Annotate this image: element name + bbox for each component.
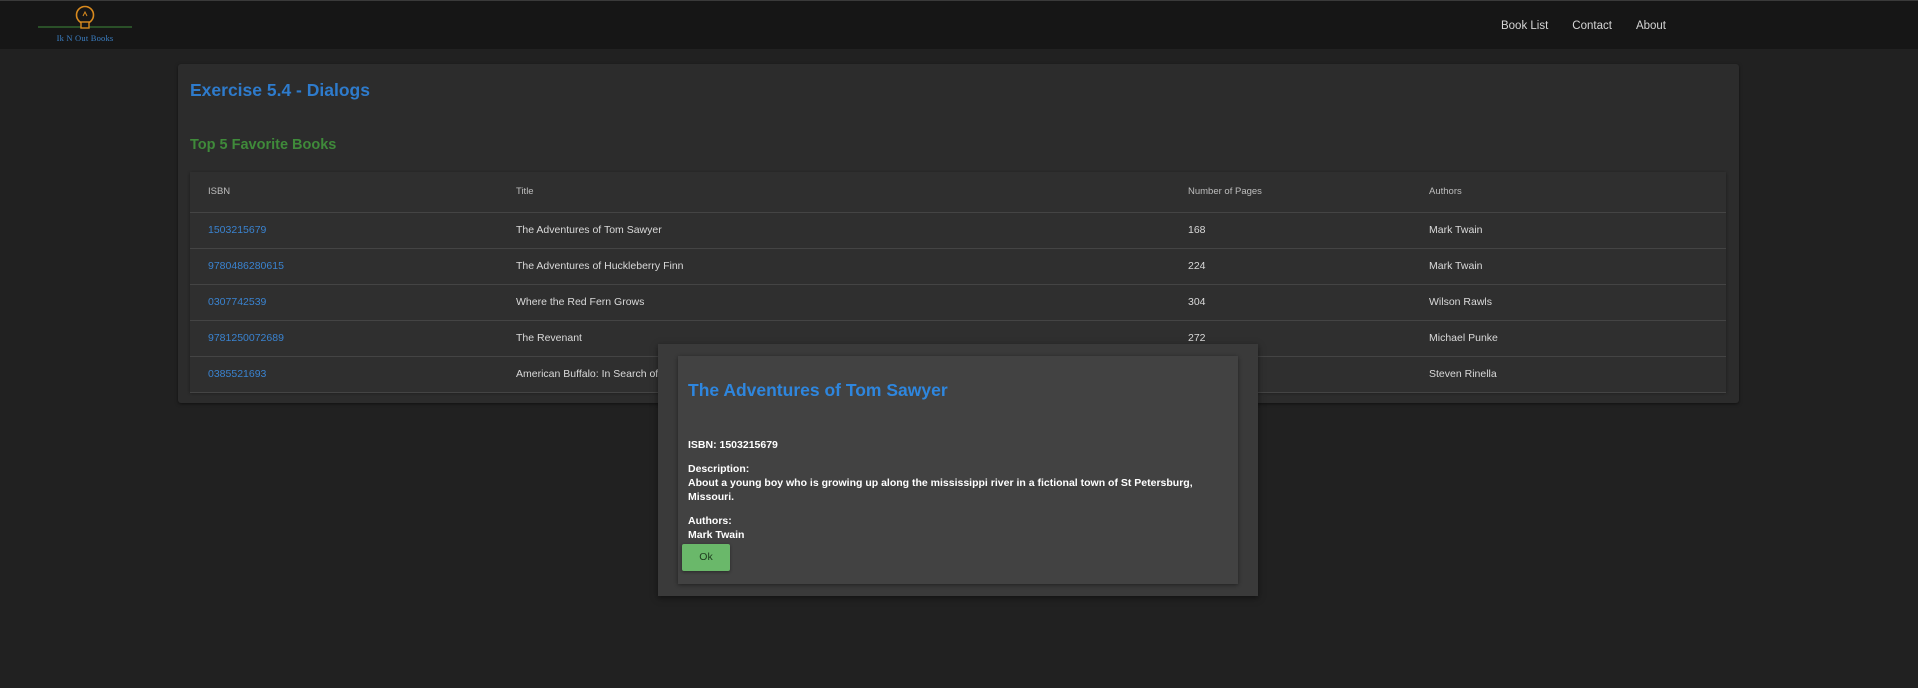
logo-text: Ik N Out Books <box>56 33 114 43</box>
authors-label: Authors: <box>688 515 732 527</box>
ok-button[interactable]: Ok <box>682 544 730 571</box>
authors-cell: Mark Twain <box>1411 212 1726 249</box>
table-header-row: ISBN Title Number of Pages Authors <box>190 172 1726 213</box>
top-navbar: Ik N Out Books Book List Contact About <box>0 0 1918 49</box>
authors-cell: Mark Twain <box>1411 248 1726 285</box>
dialog-title: The Adventures of Tom Sawyer <box>688 380 948 400</box>
book-title-cell: The Adventures of Huckleberry Finn <box>498 248 1170 285</box>
isbn-link[interactable]: 0385521693 <box>190 356 498 393</box>
book-details-dialog: The Adventures of Tom Sawyer ISBN: 15032… <box>678 356 1238 584</box>
dialog-content: ISBN: 1503215679 Description: About a yo… <box>688 438 1228 552</box>
description-label: Description: <box>688 463 750 475</box>
isbn-link[interactable]: 9781250072689 <box>190 320 498 357</box>
book-title-cell: The Adventures of Tom Sawyer <box>498 212 1170 249</box>
section-title: Top 5 Favorite Books <box>190 137 337 153</box>
pages-cell: 168 <box>1170 212 1411 249</box>
dialog-authors-block: Authors: Mark Twain <box>688 514 1228 542</box>
authors-text: Mark Twain <box>688 529 745 541</box>
authors-cell: Wilson Rawls <box>1411 284 1726 321</box>
table-row: 1503215679 The Adventures of Tom Sawyer … <box>190 212 1726 249</box>
pages-cell: 224 <box>1170 248 1411 285</box>
page-title: Exercise 5.4 - Dialogs <box>190 80 370 100</box>
column-header-pages[interactable]: Number of Pages <box>1170 172 1411 213</box>
nav-about[interactable]: About <box>1636 20 1666 32</box>
isbn-link[interactable]: 9780486280615 <box>190 248 498 285</box>
column-header-title[interactable]: Title <box>498 172 1170 213</box>
dialog-isbn: ISBN: 1503215679 <box>688 439 778 451</box>
nav-book-list[interactable]: Book List <box>1501 20 1548 32</box>
main-nav: Book List Contact About <box>1501 20 1666 32</box>
table-row: 0307742539 Where the Red Fern Grows 304 … <box>190 284 1726 321</box>
column-header-isbn[interactable]: ISBN <box>190 172 498 213</box>
description-text: About a young boy who is growing up alon… <box>688 477 1193 503</box>
isbn-link[interactable]: 0307742539 <box>190 284 498 321</box>
pages-cell: 304 <box>1170 284 1411 321</box>
dialog-description-block: Description: About a young boy who is gr… <box>688 462 1228 504</box>
isbn-link[interactable]: 1503215679 <box>190 212 498 249</box>
lightbulb-icon <box>38 5 132 29</box>
book-title-cell: Where the Red Fern Grows <box>498 284 1170 321</box>
dialog-overlay: The Adventures of Tom Sawyer ISBN: 15032… <box>658 344 1258 596</box>
nav-contact[interactable]: Contact <box>1572 20 1612 32</box>
column-header-authors[interactable]: Authors <box>1411 172 1726 213</box>
authors-cell: Michael Punke <box>1411 320 1726 357</box>
site-logo[interactable]: Ik N Out Books <box>38 3 132 45</box>
authors-cell: Steven Rinella <box>1411 356 1726 393</box>
table-row: 9780486280615 The Adventures of Hucklebe… <box>190 248 1726 285</box>
